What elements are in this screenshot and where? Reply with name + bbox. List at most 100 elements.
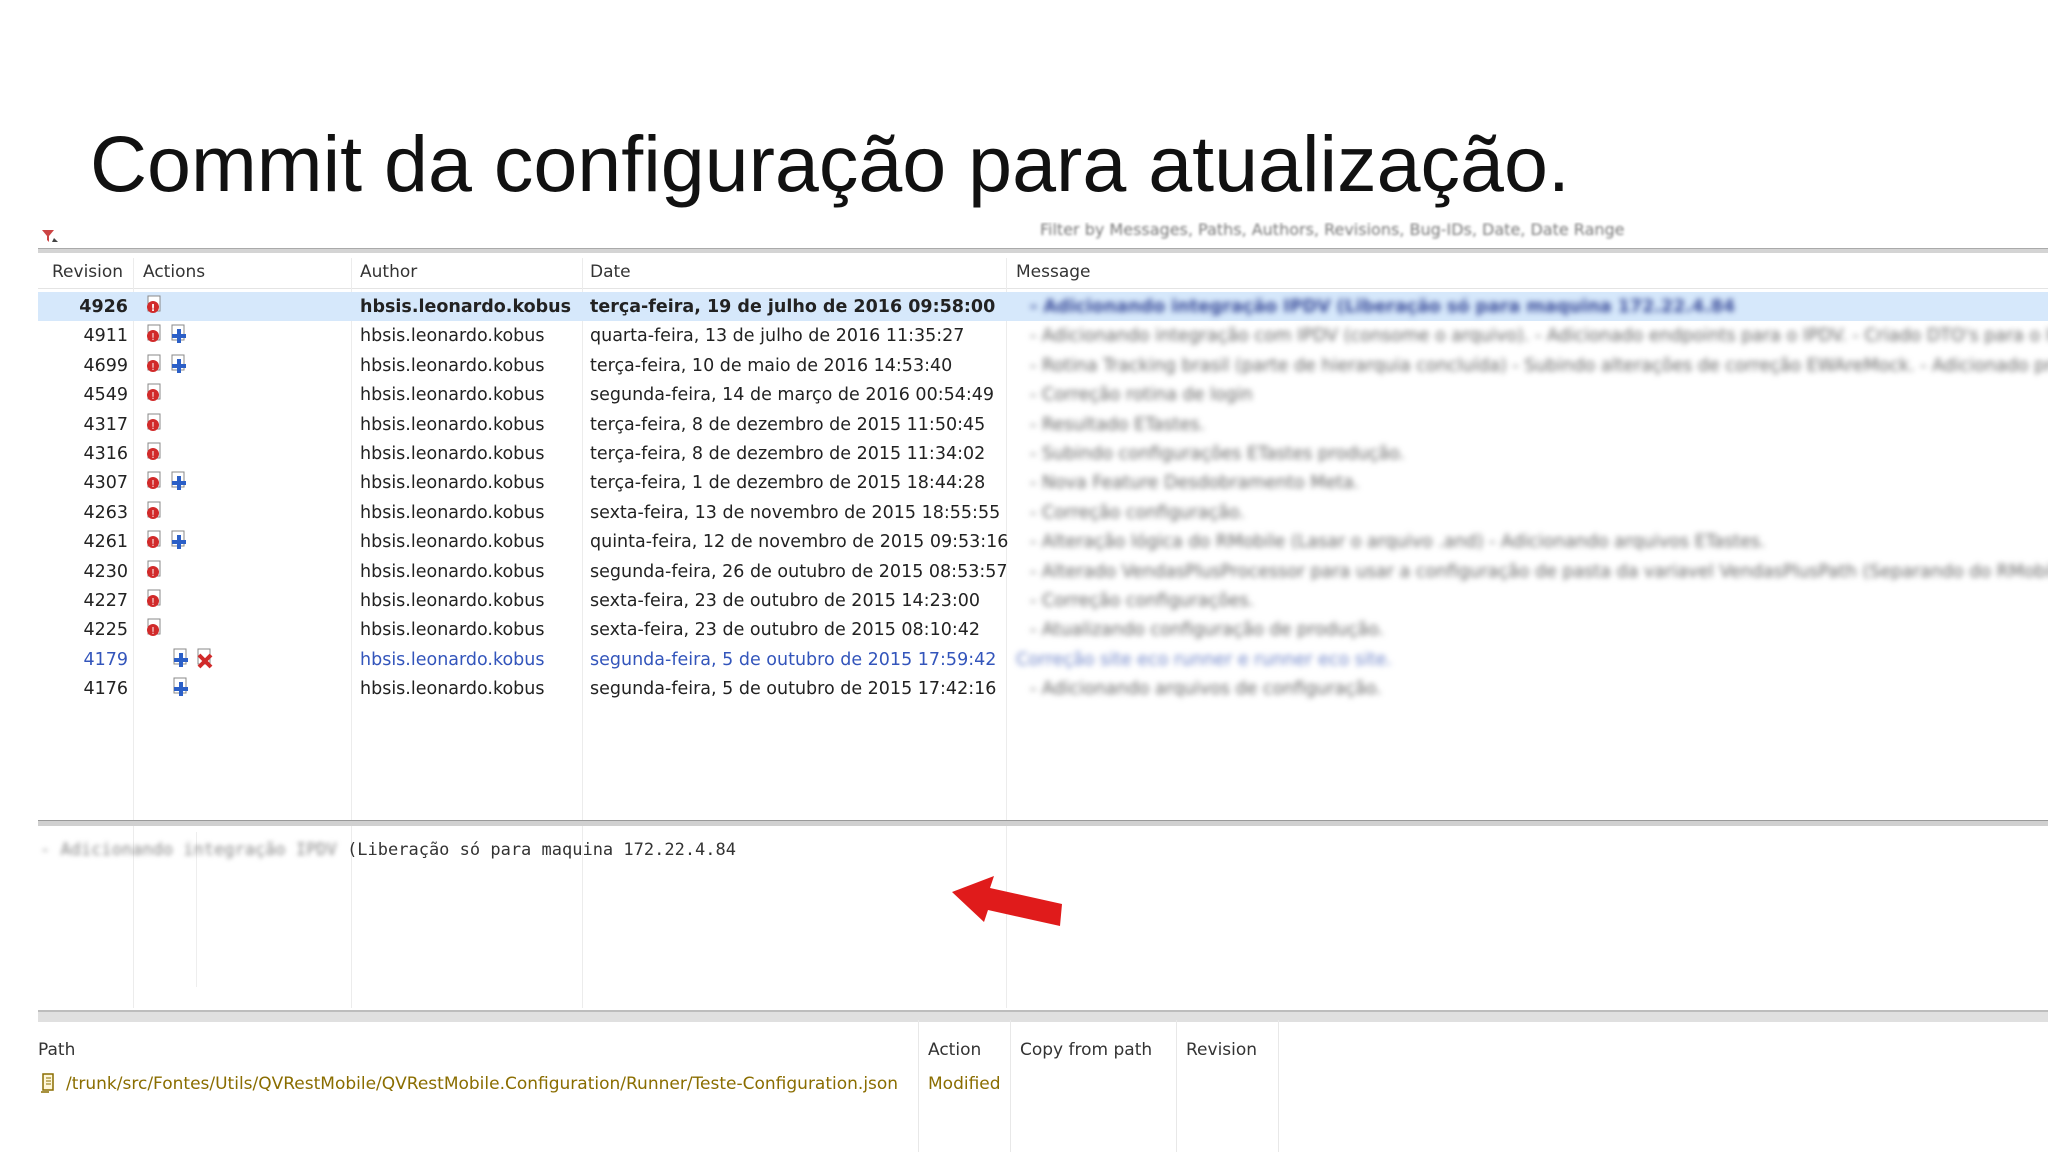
log-row[interactable]: 4179 hbsis.leonardo.kobus segunda-feira, 5…: [38, 645, 2048, 674]
added-icon: [168, 529, 190, 551]
log-row-author: hbsis.leonardo.kobus: [360, 355, 545, 376]
modified-icon: !: [144, 617, 166, 639]
log-row-revision: 4699: [83, 355, 128, 376]
log-row-message: - Alteração lógica do RMobile (Lasar o a…: [1030, 532, 1766, 553]
log-row-date: terça-feira, 10 de maio de 2016 14:53:40: [590, 355, 953, 376]
log-row-message: - Subindo configurações ETastes produção…: [1030, 444, 1405, 464]
log-row[interactable]: 4176 hbsis.leonardo.kobus segunda-feira, 5…: [38, 674, 2048, 703]
log-row-date: quinta-feira, 12 de novembro de 2015 09:…: [590, 532, 1009, 553]
log-row-date: terça-feira, 8 de dezembro de 2015 11:50…: [590, 414, 986, 435]
modified-icon: !: [144, 441, 166, 463]
log-row-author: hbsis.leonardo.kobus: [360, 297, 572, 317]
added-icon: [168, 470, 190, 492]
log-row-revision: 4227: [83, 591, 128, 611]
log-row[interactable]: 4230! hbsis.leonardo.kobus segunda-feira, …: [38, 557, 2048, 586]
log-row-message: - Adicionando integração IPDV (Liberação…: [1030, 297, 1736, 317]
added-icon: [168, 323, 190, 345]
message-detail-text: - Adicionando integração IPDV (Liberação…: [40, 840, 736, 860]
log-row[interactable]: 4263! hbsis.leonardo.kobus sexta-feira, 13…: [38, 498, 2048, 527]
svg-text:!: !: [151, 597, 155, 608]
column-date[interactable]: Date: [590, 262, 631, 282]
log-row[interactable]: 4911! hbsis.leonardo.kobus quarta-feira, 1…: [38, 321, 2048, 350]
log-row-author: hbsis.leonardo.kobus: [360, 649, 545, 670]
log-row-actions: !: [144, 294, 168, 318]
log-row-actions: !: [144, 559, 168, 583]
divider: [38, 820, 2048, 826]
modified-icon: !: [144, 470, 166, 492]
log-row[interactable]: 4227! hbsis.leonardo.kobus sexta-feira, 23…: [38, 586, 2048, 615]
log-row[interactable]: 4699! hbsis.leonardo.kobus terça-feira, 10…: [38, 351, 2048, 380]
svg-text:!: !: [151, 421, 155, 432]
log-row-actions: !: [144, 529, 192, 553]
changed-paths-list[interactable]: Path Action Copy from path Revision /tru…: [38, 1020, 2048, 1152]
log-row-date: segunda-feira, 5 de outubro de 2015 17:5…: [590, 649, 997, 670]
log-row-message: - Resultado ETastes.: [1030, 414, 1206, 435]
log-row-revision: 4176: [83, 679, 128, 700]
red-arrow-annotation: [952, 876, 1062, 926]
modified-icon: !: [144, 294, 166, 316]
column-revision[interactable]: Revision: [52, 262, 123, 282]
log-row-date: sexta-feira, 13 de novembro de 2015 18:5…: [590, 502, 1001, 523]
column-author[interactable]: Author: [360, 262, 417, 282]
added-icon: [170, 647, 192, 669]
filter-icon[interactable]: [40, 226, 62, 246]
modified-icon: !: [144, 353, 166, 375]
log-row-actions: [170, 676, 194, 700]
log-row-revision: 4316: [83, 444, 128, 464]
log-row[interactable]: 4316! hbsis.leonardo.kobus terça-feira, 8 …: [38, 439, 2048, 468]
column-action[interactable]: Action: [928, 1040, 981, 1060]
log-row-date: segunda-feira, 5 de outubro de 2015 17:4…: [590, 679, 997, 700]
log-row-message: - Nova Feature Desdobramento Meta.: [1030, 473, 1360, 494]
log-row[interactable]: 4549! hbsis.leonardo.kobus segunda-feira, …: [38, 380, 2048, 409]
log-row-revision: 4230: [83, 561, 128, 582]
modified-icon: !: [144, 382, 166, 404]
log-row-author: hbsis.leonardo.kobus: [360, 502, 545, 523]
log-row[interactable]: 4261! hbsis.leonardo.kobus quinta-feira, 1…: [38, 527, 2048, 556]
log-row[interactable]: 4926! hbsis.leonardo.kobus terça-feira, 19…: [38, 292, 2048, 321]
column-revision[interactable]: Revision: [1186, 1040, 1257, 1060]
added-icon: [168, 353, 190, 375]
slide-title: Commit da configuração para atualização.: [90, 119, 1570, 208]
filter-input[interactable]: Filter by Messages, Paths, Authors, Revi…: [1040, 222, 1625, 239]
column-path[interactable]: Path: [38, 1040, 75, 1060]
log-row-author: hbsis.leonardo.kobus: [360, 679, 545, 700]
log-row-message: - Rotina Tracking brasil (parte de hiera…: [1030, 355, 2048, 376]
modified-icon: !: [144, 500, 166, 522]
column-copy-from-path[interactable]: Copy from path: [1020, 1040, 1152, 1060]
log-row-date: quarta-feira, 13 de julho de 2016 11:35:…: [590, 326, 965, 347]
log-row-message: - Adicionando integração com IPDV (conso…: [1030, 326, 2048, 347]
log-row-author: hbsis.leonardo.kobus: [360, 444, 545, 464]
log-row-message: - Atualizando configuração de produção.: [1030, 620, 1385, 641]
log-row-message: - Correção rotina de login: [1030, 385, 1253, 406]
log-row-revision: 4317: [83, 414, 128, 435]
log-row-author: hbsis.leonardo.kobus: [360, 591, 545, 611]
log-row-message: - Correção configurações.: [1030, 591, 1255, 611]
log-row-message: - Correção configuração.: [1030, 502, 1245, 523]
message-detail-blurred: - Adicionando integração IPDV: [40, 840, 337, 860]
log-row-date: terça-feira, 8 de dezembro de 2015 11:34…: [590, 444, 986, 464]
log-row-revision: 4911: [83, 326, 128, 347]
log-row[interactable]: 4307! hbsis.leonardo.kobus terça-feira, 1 …: [38, 468, 2048, 497]
log-row[interactable]: 4225! hbsis.leonardo.kobus sexta-feira, 23…: [38, 615, 2048, 644]
svg-text:!: !: [151, 509, 155, 520]
svg-text:!: !: [151, 332, 155, 343]
svg-text:!: !: [151, 538, 155, 549]
log-row-author: hbsis.leonardo.kobus: [360, 532, 545, 553]
log-row-author: hbsis.leonardo.kobus: [360, 473, 545, 494]
column-message[interactable]: Message: [1016, 262, 1091, 282]
svg-text:!: !: [151, 626, 155, 637]
modified-icon: !: [144, 529, 166, 551]
changed-path[interactable]: /trunk/src/Fontes/Utils/QVRestMobile/QVR…: [66, 1074, 898, 1094]
log-row-date: terça-feira, 19 de julho de 2016 09:58:0…: [590, 297, 996, 317]
log-row-date: segunda-feira, 14 de março de 2016 00:54…: [590, 385, 995, 406]
log-column-headers: Revision Actions Author Date Message: [38, 252, 2048, 289]
log-row-revision: 4225: [83, 620, 128, 641]
log-row[interactable]: 4317! hbsis.leonardo.kobus terça-feira, 8 …: [38, 410, 2048, 439]
log-row-date: terça-feira, 1 de dezembro de 2015 18:44…: [590, 473, 986, 494]
message-detail-visible: (Liberação só para maquina 172.22.4.84: [347, 840, 736, 860]
log-row-message: - Alterado VendasPlusProcessor para usar…: [1030, 561, 2048, 582]
column-actions[interactable]: Actions: [143, 262, 205, 282]
log-row-actions: !: [144, 500, 168, 524]
log-row-author: hbsis.leonardo.kobus: [360, 385, 545, 406]
log-row-actions: !: [144, 470, 192, 494]
